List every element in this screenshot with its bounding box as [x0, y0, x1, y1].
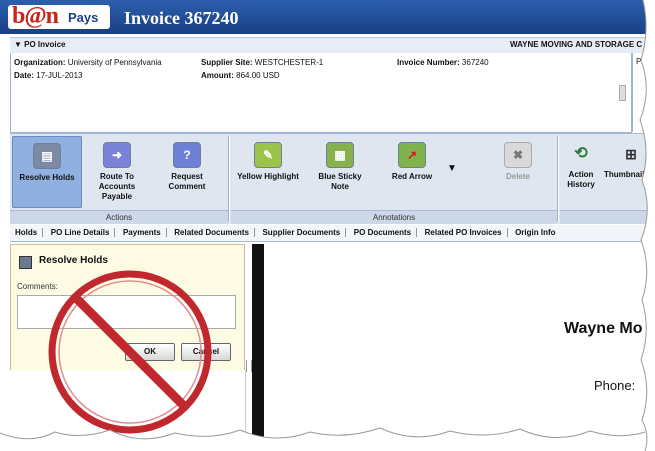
resolve-holds-icon: ▤	[33, 143, 61, 169]
question-icon: ?	[173, 142, 201, 168]
page-title: Invoice 367240	[124, 8, 239, 28]
action-history-button[interactable]: ⟲ Action History	[560, 136, 602, 190]
yellow-highlight-label: Yellow Highlight	[237, 172, 299, 181]
document-phone-label: Phone:	[594, 378, 636, 393]
organization-field: Organization: University of Pennsylvania	[14, 58, 162, 67]
route-icon: ➜	[103, 142, 131, 168]
request-comment-button[interactable]: ? Request Comment	[156, 136, 218, 192]
red-arrow-label: Red Arrow	[391, 172, 433, 181]
supplier-site-label: Supplier Site:	[201, 58, 253, 67]
thumbnails-icon: ⊞	[625, 146, 637, 162]
amount-value: 864.00 USD	[236, 71, 280, 80]
thumbnails-button[interactable]: ⊞ Thumbnails	[604, 136, 655, 180]
blue-sticky-note-button[interactable]: ▦ Blue Sticky Note	[309, 136, 371, 192]
annotations-group-label: Annotations	[231, 210, 557, 224]
invoice-info-panel: Organization: University of Pennsylvania…	[10, 53, 632, 133]
tab-po-documents[interactable]: PO Documents	[349, 225, 416, 240]
date-value: 17-JUL-2013	[36, 71, 83, 80]
delete-button[interactable]: ✖ Delete	[487, 136, 549, 182]
blue-sticky-note-label: Blue Sticky Note	[318, 172, 362, 191]
supplier-site-value: WESTCHESTER-1	[254, 58, 324, 67]
comments-input[interactable]	[17, 295, 236, 329]
sticky-note-icon: ▦	[326, 142, 354, 168]
view-group-label	[560, 210, 655, 224]
action-history-label: Action History	[567, 170, 595, 189]
ok-button[interactable]: OK	[125, 343, 175, 361]
logo-text: b@n	[12, 3, 59, 29]
supplier-site-field: Supplier Site: WESTCHESTER-1	[201, 58, 323, 67]
resolve-holds-panel-title: Resolve Holds	[39, 255, 108, 266]
red-arrow-button[interactable]: ↗ Red Arrow	[381, 136, 443, 182]
organization-label: Organization:	[14, 58, 66, 67]
amount-label: Amount:	[201, 71, 234, 80]
app-header: b@n Pays Invoice 367240	[0, 0, 655, 34]
route-to-ap-label: Route To Accounts Payable	[98, 172, 136, 201]
route-to-ap-button[interactable]: ➜ Route To Accounts Payable	[86, 136, 148, 202]
document-tabs: Holds PO Line Details Payments Related D…	[10, 225, 655, 242]
date-field: Date: 17-JUL-2013	[14, 71, 83, 80]
tab-po-line-details[interactable]: PO Line Details	[46, 225, 115, 240]
arrow-icon: ↗	[398, 142, 426, 168]
resolve-holds-button[interactable]: ▤ Resolve Holds	[12, 136, 82, 208]
po-invoice-toggle[interactable]: ▼ PO Invoice	[14, 40, 66, 49]
view-group: ⟲ Action History ⊞ Thumbnails	[560, 134, 655, 224]
tab-origin-info[interactable]: Origin Info	[510, 225, 560, 240]
request-comment-label: Request Comment	[168, 172, 206, 191]
amount-field: Amount: 864.00 USD	[201, 71, 280, 80]
actions-group-label: Actions	[10, 210, 228, 224]
resolve-holds-panel-icon	[19, 256, 32, 269]
toolbar-separator	[228, 136, 230, 222]
actions-group: ▤ Resolve Holds ➜ Route To Accounts Paya…	[10, 134, 228, 224]
tab-supplier-documents[interactable]: Supplier Documents	[257, 225, 345, 240]
thumbnails-label: Thumbnails	[604, 170, 649, 179]
invoice-number-field: Invoice Number: 367240	[397, 58, 489, 67]
invoice-number-label: Invoice Number:	[397, 58, 460, 67]
invoice-number-value: 367240	[461, 58, 489, 67]
tab-holds[interactable]: Holds	[10, 225, 42, 240]
yellow-highlight-button[interactable]: ✎ Yellow Highlight	[237, 136, 299, 182]
organization-value: University of Pennsylvania	[67, 58, 162, 67]
info-side-panel: Pla	[632, 53, 655, 132]
delete-icon: ✖	[504, 142, 532, 168]
annotations-group: ✎ Yellow Highlight ▦ Blue Sticky Note ↗ …	[231, 134, 557, 224]
toolbar: ▤ Resolve Holds ➜ Route To Accounts Paya…	[10, 133, 655, 224]
tab-related-po-invoices[interactable]: Related PO Invoices	[420, 225, 507, 240]
logo-subtext: Pays	[68, 10, 99, 25]
cancel-button[interactable]: Cancel	[181, 343, 231, 361]
tab-payments[interactable]: Payments	[118, 225, 166, 240]
date-label: Date:	[14, 71, 35, 80]
document-viewer[interactable]: Wayne Mo Phone:	[264, 244, 655, 451]
app-logo: b@n Pays	[8, 3, 110, 29]
document-viewer-border	[252, 244, 264, 451]
highlighter-icon: ✎	[254, 142, 282, 168]
info-scrollbar[interactable]	[619, 85, 626, 101]
left-panel-empty-area	[10, 370, 246, 451]
toolbar-separator	[557, 136, 559, 222]
tab-related-documents[interactable]: Related Documents	[169, 225, 254, 240]
side-panel-label: Pla	[636, 57, 648, 66]
delete-label: Delete	[505, 172, 530, 181]
supplier-name: WAYNE MOVING AND STORAGE C	[510, 40, 643, 49]
history-icon: ⟲	[574, 145, 588, 162]
resolve-holds-panel: Resolve Holds Comments: OK Cancel	[10, 244, 245, 371]
comments-label: Comments:	[17, 282, 58, 291]
po-invoice-section-header[interactable]: ▼ PO Invoice WAYNE MOVING AND STORAGE C	[10, 37, 655, 54]
annotation-dropdown-arrow[interactable]: ▼	[445, 164, 459, 174]
document-company-name: Wayne Mo	[564, 320, 643, 337]
resolve-holds-label: Resolve Holds	[19, 173, 75, 182]
